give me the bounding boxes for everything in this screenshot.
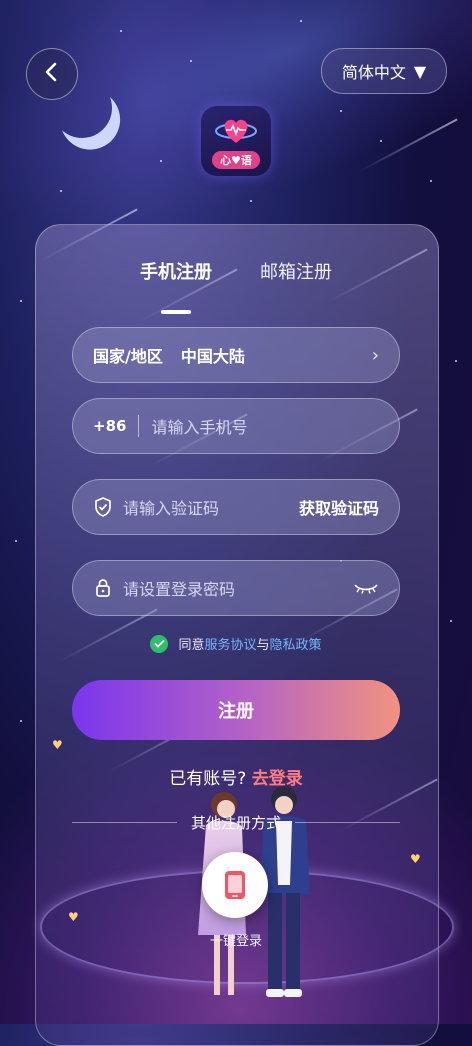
privacy-link[interactable]: 隐私政策 <box>270 634 322 653</box>
field-divider <box>138 415 140 437</box>
register-button[interactable]: 注册 <box>72 680 400 740</box>
heart-logo-icon <box>215 119 257 143</box>
agree-checkbox[interactable] <box>150 634 169 653</box>
star <box>120 30 122 32</box>
check-icon <box>154 639 165 648</box>
star <box>160 160 162 162</box>
other-methods-divider: 其他注册方式 <box>72 812 401 833</box>
phone-icon <box>225 871 245 899</box>
password-placeholder[interactable]: 请设置登录密码 <box>123 576 235 600</box>
region-value: 中国大陆 <box>180 347 245 366</box>
star <box>300 20 302 22</box>
star <box>430 180 432 182</box>
language-label: 简体中文 <box>341 63 406 82</box>
verify-code-field[interactable]: 请输入验证码 获取验证码 <box>72 479 400 535</box>
heart-sparkle-icon: ♥ <box>68 910 79 924</box>
other-methods-title: 其他注册方式 <box>191 814 282 832</box>
divider-line <box>295 822 401 823</box>
star <box>60 190 62 192</box>
verify-code-placeholder[interactable]: 请输入验证码 <box>123 495 219 519</box>
star <box>20 300 22 302</box>
back-button[interactable] <box>26 48 78 100</box>
phone-input-placeholder[interactable]: 请输入手机号 <box>151 414 247 438</box>
shield-check-icon <box>93 496 113 518</box>
language-selector[interactable]: 简体中文 ▼ <box>321 48 447 94</box>
eye-closed-icon[interactable] <box>353 581 379 595</box>
one-click-login-button[interactable] <box>202 852 268 918</box>
region-selector[interactable]: 国家/地区 中国大陆 › <box>72 327 400 383</box>
lock-icon <box>93 577 113 599</box>
star <box>15 540 17 542</box>
register-tabs: 手机注册 邮箱注册 <box>0 258 472 298</box>
app-logo: 心♥语 <box>201 106 271 176</box>
heart-sparkle-icon: ♥ <box>52 738 63 752</box>
get-code-button[interactable]: 获取验证码 <box>299 495 379 519</box>
one-click-login-label: 一键登录 <box>209 934 262 949</box>
agreement-and: 与 <box>256 638 270 653</box>
agreement-prefix: 同意 <box>178 638 205 653</box>
tab-email-register[interactable]: 邮箱注册 <box>260 258 332 298</box>
chevron-right-icon: › <box>371 344 379 366</box>
star <box>190 60 192 62</box>
divider-line <box>72 822 177 823</box>
agreement-row: 同意 服务协议 与 隐私政策 <box>0 634 472 653</box>
star <box>455 360 457 362</box>
region-label: 国家/地区 <box>93 347 163 366</box>
star <box>20 720 22 722</box>
star <box>250 200 252 202</box>
logo-badge: 心♥语 <box>212 151 260 169</box>
back-arrow-icon <box>41 61 63 87</box>
country-code[interactable]: +86 <box>93 417 126 435</box>
heart-sparkle-icon: ♥ <box>410 852 421 866</box>
star <box>450 620 452 622</box>
caret-down-icon: ▼ <box>413 61 427 81</box>
star <box>340 110 342 112</box>
tab-phone-register[interactable]: 手机注册 <box>140 258 212 298</box>
terms-link[interactable]: 服务协议 <box>204 634 256 653</box>
phone-field[interactable]: +86 请输入手机号 <box>72 398 400 454</box>
password-field[interactable]: 请设置登录密码 <box>72 560 400 616</box>
star <box>380 140 382 142</box>
